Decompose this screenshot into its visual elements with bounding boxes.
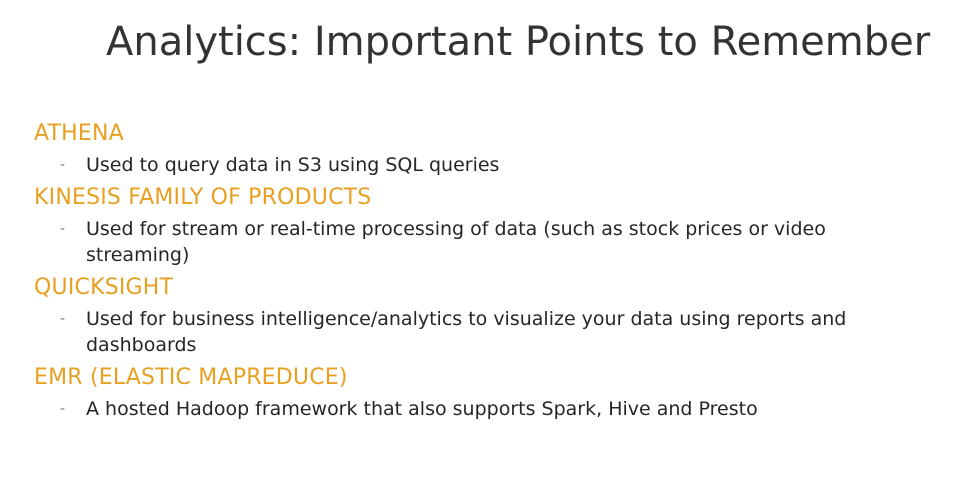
bullet-item: - A hosted Hadoop framework that also su… — [60, 396, 934, 422]
section-heading: EMR (ELASTIC MAPREDUCE) — [34, 365, 348, 390]
dash-bullet-icon: - — [60, 311, 66, 327]
section-heading: KINESIS FAMILY OF PRODUCTS — [34, 185, 372, 210]
bullet-text: Used for stream or real-time processing … — [86, 218, 826, 266]
dash-bullet-icon: - — [60, 221, 66, 237]
slide-title: Analytics: Important Points to Remember — [106, 19, 931, 65]
section-heading: QUICKSIGHT — [34, 275, 174, 300]
section-kinesis: KINESIS FAMILY OF PRODUCTS - Used for st… — [34, 182, 934, 268]
bullet-text: A hosted Hadoop framework that also supp… — [86, 398, 758, 420]
section-quicksight: QUICKSIGHT - Used for business intellige… — [34, 272, 934, 358]
dash-bullet-icon: - — [60, 157, 66, 173]
bullet-text: Used to query data in S3 using SQL queri… — [86, 154, 500, 176]
bullet-item: - Used for stream or real-time processin… — [60, 216, 934, 268]
bullet-item: - Used to query data in S3 using SQL que… — [60, 152, 934, 178]
bullet-item: - Used for business intelligence/analyti… — [60, 306, 934, 358]
section-heading: ATHENA — [34, 121, 124, 146]
section-athena: ATHENA - Used to query data in S3 using … — [34, 118, 934, 178]
section-emr: EMR (ELASTIC MAPREDUCE) - A hosted Hadoo… — [34, 362, 934, 422]
dash-bullet-icon: - — [60, 401, 66, 417]
bullet-text: Used for business intelligence/analytics… — [86, 308, 847, 356]
slide-content: ATHENA - Used to query data in S3 using … — [34, 118, 934, 426]
